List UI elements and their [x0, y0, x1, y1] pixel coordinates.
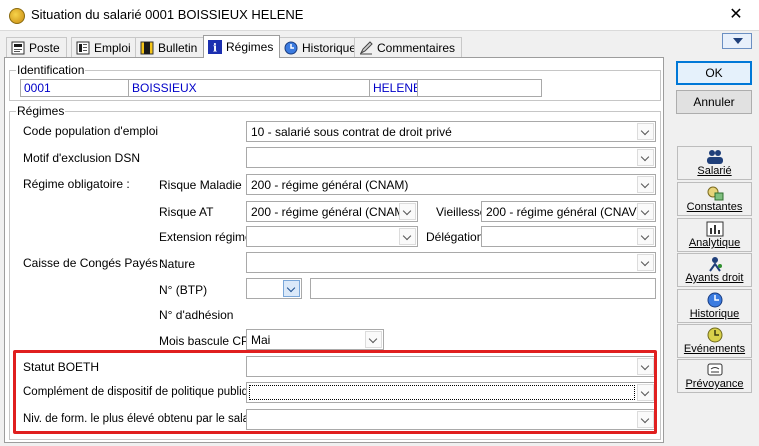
risque-at-label: Risque AT [159, 205, 214, 219]
code-population-value: 10 - salarié sous contrat de droit privé [251, 125, 452, 139]
evenements-label: Evénements [683, 343, 746, 355]
mois-bascule-value: Mai [251, 333, 271, 347]
svg-text:i: i [213, 42, 217, 55]
extension-regime-select[interactable] [246, 226, 418, 247]
identification-title: Identification [16, 63, 86, 77]
vieillesse-select[interactable]: 200 - régime général (CNAV) [481, 201, 656, 222]
ok-button[interactable]: OK [676, 61, 752, 85]
code-population-label: Code population d'emploi [23, 124, 159, 138]
prevoyance-button[interactable]: Prévoyance [677, 359, 752, 393]
chevron-down-icon[interactable] [399, 228, 416, 245]
chevron-down-icon[interactable] [637, 176, 654, 193]
tab-strip: Poste Emploi Bulletin i Régimes Historiq… [4, 35, 664, 58]
motif-exclusion-select[interactable] [246, 147, 656, 168]
document-icon [76, 41, 90, 54]
analytique-button[interactable]: Analytique [677, 218, 752, 252]
num-btp-select[interactable] [246, 278, 302, 299]
payslip-icon [140, 41, 154, 54]
employee-code-field: 0001 [20, 79, 129, 97]
mois-bascule-select[interactable]: Mai [246, 329, 384, 350]
info-icon: i [208, 40, 222, 54]
tab-label: Commentaires [377, 40, 456, 55]
clock-icon [707, 292, 722, 308]
red-highlight-box [13, 350, 657, 434]
code-population-select[interactable]: 10 - salarié sous contrat de droit privé [246, 121, 656, 142]
chevron-down-icon[interactable] [283, 280, 300, 297]
analytique-label: Analytique [688, 237, 741, 249]
risque-maladie-select[interactable]: 200 - régime général (CNAM) [246, 174, 656, 195]
cancel-button[interactable]: Annuler [676, 90, 752, 114]
chart-icon [706, 221, 723, 237]
extension-regime-label: Extension régime [159, 230, 252, 244]
salarie-label: Salarié [697, 165, 732, 177]
employee-extra-field [417, 79, 542, 97]
page-icon [11, 41, 25, 54]
app-icon [9, 8, 25, 24]
risque-at-value: 200 - régime général (CNAM) [251, 205, 409, 219]
tab-bulletin[interactable]: Bulletin [135, 37, 205, 57]
tab-historique[interactable]: Historique [279, 37, 364, 57]
risque-maladie-value: 200 - régime général (CNAM) [251, 178, 409, 192]
constantes-label: Constantes [686, 201, 743, 213]
events-clock-icon [707, 327, 722, 343]
delegation-select[interactable] [481, 226, 656, 247]
risque-at-select[interactable]: 200 - régime général (CNAM) [246, 201, 418, 222]
tab-regimes[interactable]: i Régimes [203, 35, 281, 58]
num-btp-input[interactable] [310, 278, 656, 299]
ayants-droit-button[interactable]: Ayants droit [677, 253, 752, 287]
window-title: Situation du salarié 0001 BOISSIEUX HELE… [31, 7, 304, 22]
tab-commentaires[interactable]: Commentaires [354, 37, 463, 57]
mois-bascule-label: Mois bascule CP [159, 334, 250, 348]
title-bar: Situation du salarié 0001 BOISSIEUX HELE… [0, 0, 759, 31]
employee-firstname-field: HELENE [369, 79, 418, 97]
chevron-down-icon[interactable] [399, 203, 416, 220]
ayants-droit-label: Ayants droit [685, 272, 744, 284]
historique-label: Historique [689, 308, 740, 320]
dropdown-menu-button[interactable] [722, 33, 752, 49]
chevron-down-icon[interactable] [365, 331, 382, 348]
tab-poste[interactable]: Poste [6, 37, 67, 57]
prevoyance-label: Prévoyance [685, 378, 744, 390]
nature-label: Nature [159, 257, 196, 271]
nature-select[interactable] [246, 252, 656, 273]
risque-maladie-label: Risque Maladie [159, 178, 242, 192]
vieillesse-label: Vieillesse [436, 205, 487, 219]
evenements-button[interactable]: Evénements [677, 324, 752, 358]
tab-label: Régimes [226, 40, 274, 54]
tab-label: Poste [29, 40, 60, 55]
vieillesse-value: 200 - régime général (CNAV) [486, 205, 641, 219]
tab-label: Bulletin [158, 40, 198, 55]
num-adhesion-label: N° d'adhésion [159, 308, 234, 322]
regime-obligatoire-label: Régime obligatoire : [23, 177, 130, 191]
chevron-down-icon[interactable] [637, 254, 654, 271]
people-icon [706, 150, 723, 164]
chevron-down-icon[interactable] [637, 228, 654, 245]
num-btp-label: N° (BTP) [159, 283, 208, 297]
person-link-icon [708, 257, 722, 272]
employee-lastname-field: BOISSIEUX [128, 79, 370, 97]
historique-button[interactable]: Historique [677, 289, 752, 323]
close-button[interactable]: ✕ [713, 0, 759, 30]
tab-emploi[interactable]: Emploi [71, 37, 138, 57]
chevron-down-icon[interactable] [637, 149, 654, 166]
chevron-down-icon[interactable] [637, 203, 654, 220]
pen-icon [359, 40, 373, 54]
tab-label: Historique [302, 40, 357, 55]
delegation-label: Délégation [426, 230, 484, 244]
regimes-title: Régimes [16, 104, 66, 118]
chevron-down-icon[interactable] [637, 123, 654, 140]
constantes-button[interactable]: Constantes [677, 182, 752, 216]
contract-icon [707, 363, 722, 376]
salarie-button[interactable]: Salarié [677, 146, 752, 180]
motif-exclusion-label: Motif d'exclusion DSN [23, 151, 140, 165]
caisse-cp-label: Caisse de Congés Payés : [23, 256, 165, 270]
tab-label: Emploi [94, 40, 131, 55]
constants-icon [707, 186, 723, 201]
clock-icon [284, 41, 298, 54]
